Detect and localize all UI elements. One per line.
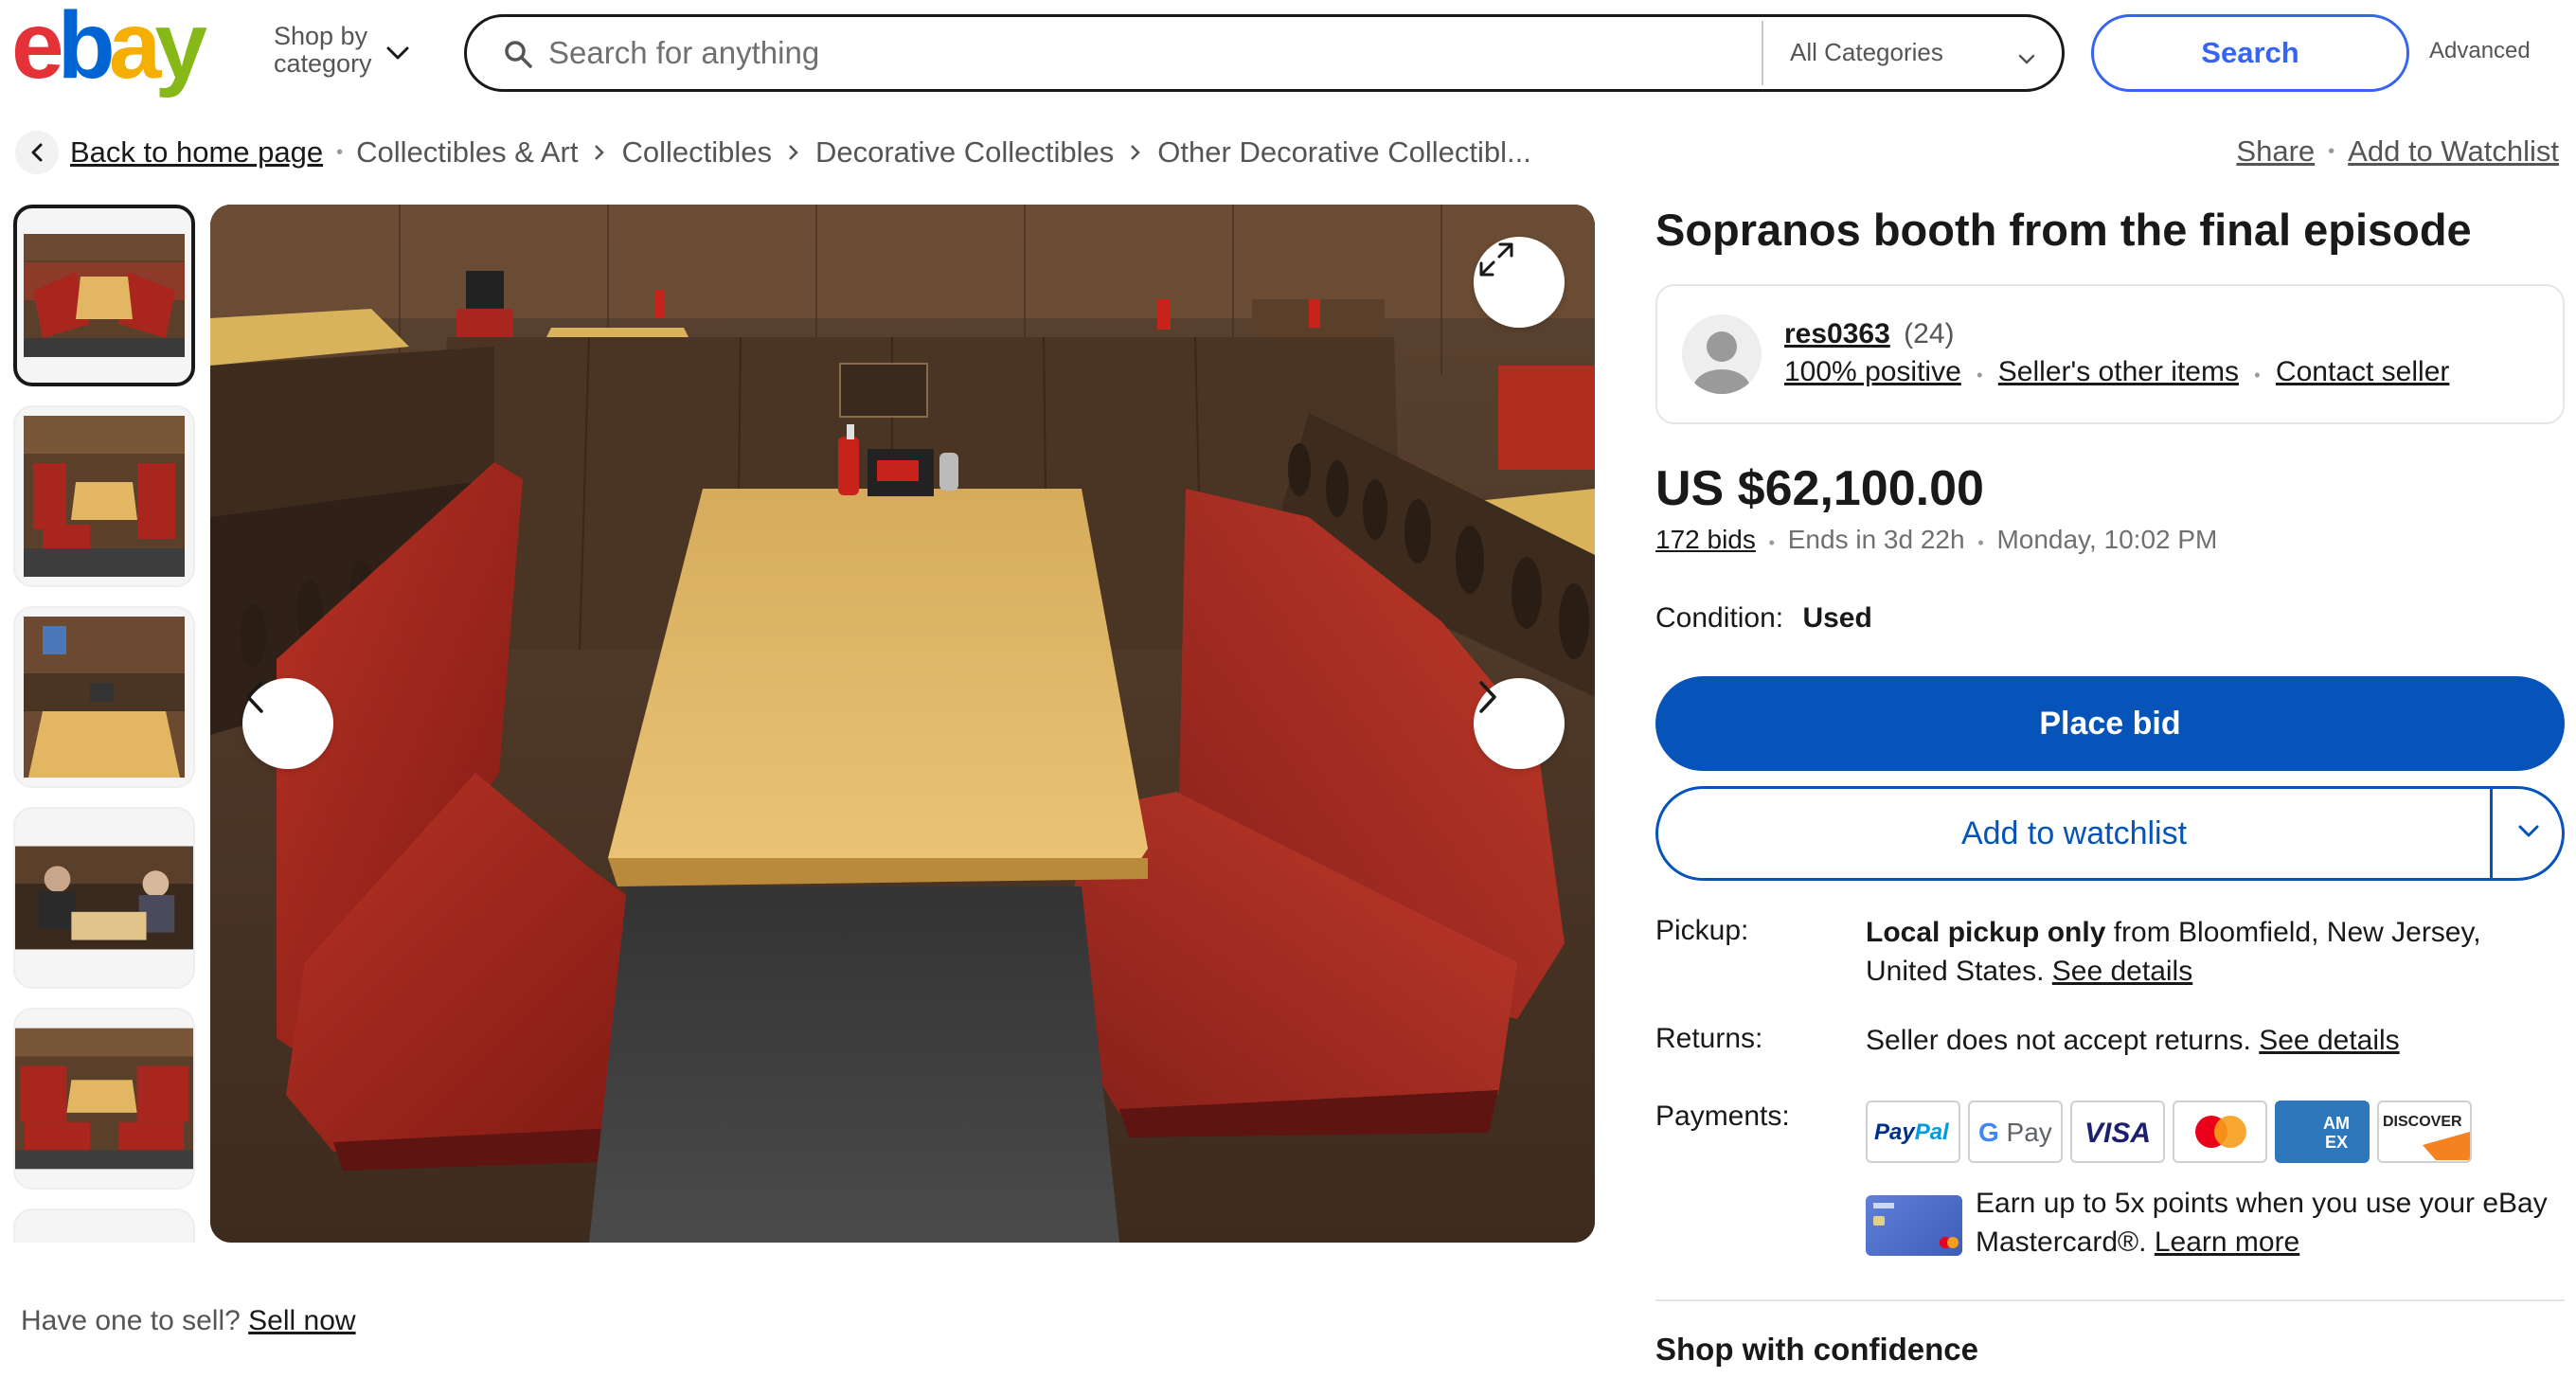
seller-avatar[interactable]	[1682, 314, 1762, 394]
discover-icon: DISCOVER	[2377, 1101, 2472, 1163]
search-icon	[503, 39, 533, 74]
share-link[interactable]: Share	[2236, 134, 2315, 169]
previous-image-button[interactable]	[242, 678, 333, 769]
chevron-down-icon	[2017, 44, 2036, 73]
condition-label: Condition:	[1655, 602, 1784, 634]
svg-text:AM: AM	[2323, 1114, 2350, 1133]
contact-seller-link[interactable]: Contact seller	[2276, 356, 2449, 387]
returns-value: Seller does not accept returns. See deta…	[1866, 1021, 2567, 1060]
chevron-down-icon	[385, 40, 410, 67]
ebay-mastercard-icon	[1866, 1195, 1962, 1256]
pickup-see-details-link[interactable]: See details	[2052, 956, 2192, 987]
search-bar: All Categories	[464, 14, 2065, 92]
end-time-text: Monday, 10:02 PM	[1996, 525, 2218, 554]
learn-more-link[interactable]: Learn more	[2155, 1226, 2299, 1258]
seller-links: 100% positive • Seller's other items • C…	[1784, 356, 2449, 388]
divider	[1655, 1299, 2565, 1301]
breadcrumb-item[interactable]: Collectibles	[621, 135, 772, 170]
chevron-right-icon	[787, 143, 800, 162]
sell-now-link[interactable]: Sell now	[248, 1305, 355, 1336]
thumbnail-image[interactable]	[13, 1008, 195, 1190]
thumbnail-image[interactable]	[13, 205, 195, 386]
visa-icon: VISA	[2070, 1101, 2165, 1163]
next-image-button[interactable]	[1474, 678, 1565, 769]
ends-in-text: Ends in 3d 22h	[1787, 525, 1965, 554]
site-header: ebay Shop by category All Categories Sea…	[0, 0, 2576, 104]
search-input[interactable]	[548, 27, 1533, 80]
separator-dot: •	[2328, 140, 2335, 162]
condition-value: Used	[1802, 602, 1872, 634]
chevron-down-icon	[2516, 823, 2541, 845]
thumbnail-image[interactable]	[13, 1208, 195, 1243]
shop-by-category-button[interactable]: Shop by category	[274, 23, 416, 80]
seller-positive-link[interactable]: 100% positive	[1784, 356, 1961, 387]
pickup-bold: Local pickup only	[1866, 917, 2106, 948]
main-listing-image[interactable]	[210, 205, 1595, 1243]
search-button[interactable]: Search	[2091, 14, 2409, 92]
add-to-watchlist-button[interactable]: Add to watchlist	[1658, 789, 2490, 878]
separator-dot: •	[1977, 366, 1983, 385]
svg-text:EX: EX	[2325, 1133, 2348, 1152]
category-select-value: All Categories	[1790, 38, 1943, 66]
breadcrumb: Back to home page • Collectibles & Art C…	[15, 129, 1531, 176]
sell-prompt-text: Have one to sell?	[21, 1305, 241, 1336]
thumbnail-strip	[13, 205, 197, 1243]
paypal-icon: PayPal	[1866, 1101, 1960, 1163]
expand-image-button[interactable]	[1474, 237, 1565, 328]
shop-with-confidence-heading: Shop with confidence	[1655, 1332, 1979, 1367]
returns-text: Seller does not accept returns.	[1866, 1025, 2260, 1056]
mastercard-icon	[2173, 1101, 2267, 1163]
svg-text:G Pay: G Pay	[1978, 1118, 2052, 1147]
svg-text:ebay: ebay	[11, 4, 207, 98]
pickup-label: Pickup:	[1655, 915, 1749, 946]
bids-link[interactable]: 172 bids	[1655, 525, 1756, 554]
breadcrumb-item[interactable]: Other Decorative Collectibl...	[1157, 135, 1531, 170]
thumbnail-image[interactable]	[13, 606, 195, 788]
svg-text:DISCOVER: DISCOVER	[2383, 1114, 2462, 1130]
watchlist-dropdown-button[interactable]	[2493, 789, 2565, 878]
add-to-watchlist-link[interactable]: Add to Watchlist	[2348, 134, 2559, 169]
advanced-search-link[interactable]: Advanced	[2429, 38, 2531, 64]
place-bid-button[interactable]: Place bid	[1655, 676, 2565, 771]
seller-name-line: res0363 (24)	[1784, 318, 1955, 350]
seller-name-link[interactable]: res0363	[1784, 318, 1890, 349]
google-pay-icon: G Pay	[1968, 1101, 2063, 1163]
sell-prompt: Have one to sell? Sell now	[21, 1305, 356, 1337]
current-price: US $62,100.00	[1655, 461, 1984, 516]
back-arrow-button[interactable]	[15, 131, 59, 174]
separator-dot: •	[336, 141, 344, 163]
amex-icon: AM EX	[2275, 1101, 2370, 1163]
seller-other-items-link[interactable]: Seller's other items	[1998, 356, 2239, 387]
svg-text:PayPal: PayPal	[1874, 1119, 1950, 1145]
watchlist-split-button: Add to watchlist	[1655, 786, 2565, 881]
seller-feedback-count: (24)	[1904, 318, 1955, 349]
payments-label: Payments:	[1655, 1101, 1790, 1132]
condition-row: Condition: Used	[1655, 602, 1872, 635]
chevron-right-icon	[1129, 143, 1142, 162]
returns-label: Returns:	[1655, 1023, 1763, 1054]
listing-actions: Share • Add to Watchlist	[2236, 134, 2559, 169]
pickup-value: Local pickup only from Bloomfield, New J…	[1866, 913, 2567, 991]
search-divider	[1762, 21, 1763, 85]
breadcrumb-item[interactable]: Collectibles & Art	[356, 135, 578, 170]
promo-text-block: Earn up to 5x points when you use your e…	[1976, 1184, 2567, 1262]
category-select[interactable]: All Categories	[1790, 38, 2046, 72]
shop-by-category-label: Shop by category	[274, 22, 372, 78]
payment-methods: PayPal G Pay VISA AM EX DISCOVER	[1866, 1101, 2472, 1163]
separator-dot: •	[2254, 366, 2261, 385]
returns-see-details-link[interactable]: See details	[2259, 1025, 2399, 1056]
seller-card: res0363 (24) 100% positive • Seller's ot…	[1655, 284, 2565, 424]
bid-info: 172 bids • Ends in 3d 22h • Monday, 10:0…	[1655, 525, 2217, 555]
breadcrumb-item[interactable]: Decorative Collectibles	[815, 135, 1114, 170]
chevron-right-icon	[593, 143, 606, 162]
thumbnail-image[interactable]	[13, 405, 195, 587]
back-to-home-link[interactable]: Back to home page	[70, 135, 323, 170]
ebay-logo[interactable]: ebay	[11, 4, 239, 104]
thumbnail-image[interactable]	[13, 807, 195, 989]
svg-text:VISA: VISA	[2084, 1118, 2151, 1149]
separator-dot: •	[1768, 533, 1775, 552]
listing-title: Sopranos booth from the final episode	[1655, 205, 2472, 255]
separator-dot: •	[1977, 533, 1984, 552]
